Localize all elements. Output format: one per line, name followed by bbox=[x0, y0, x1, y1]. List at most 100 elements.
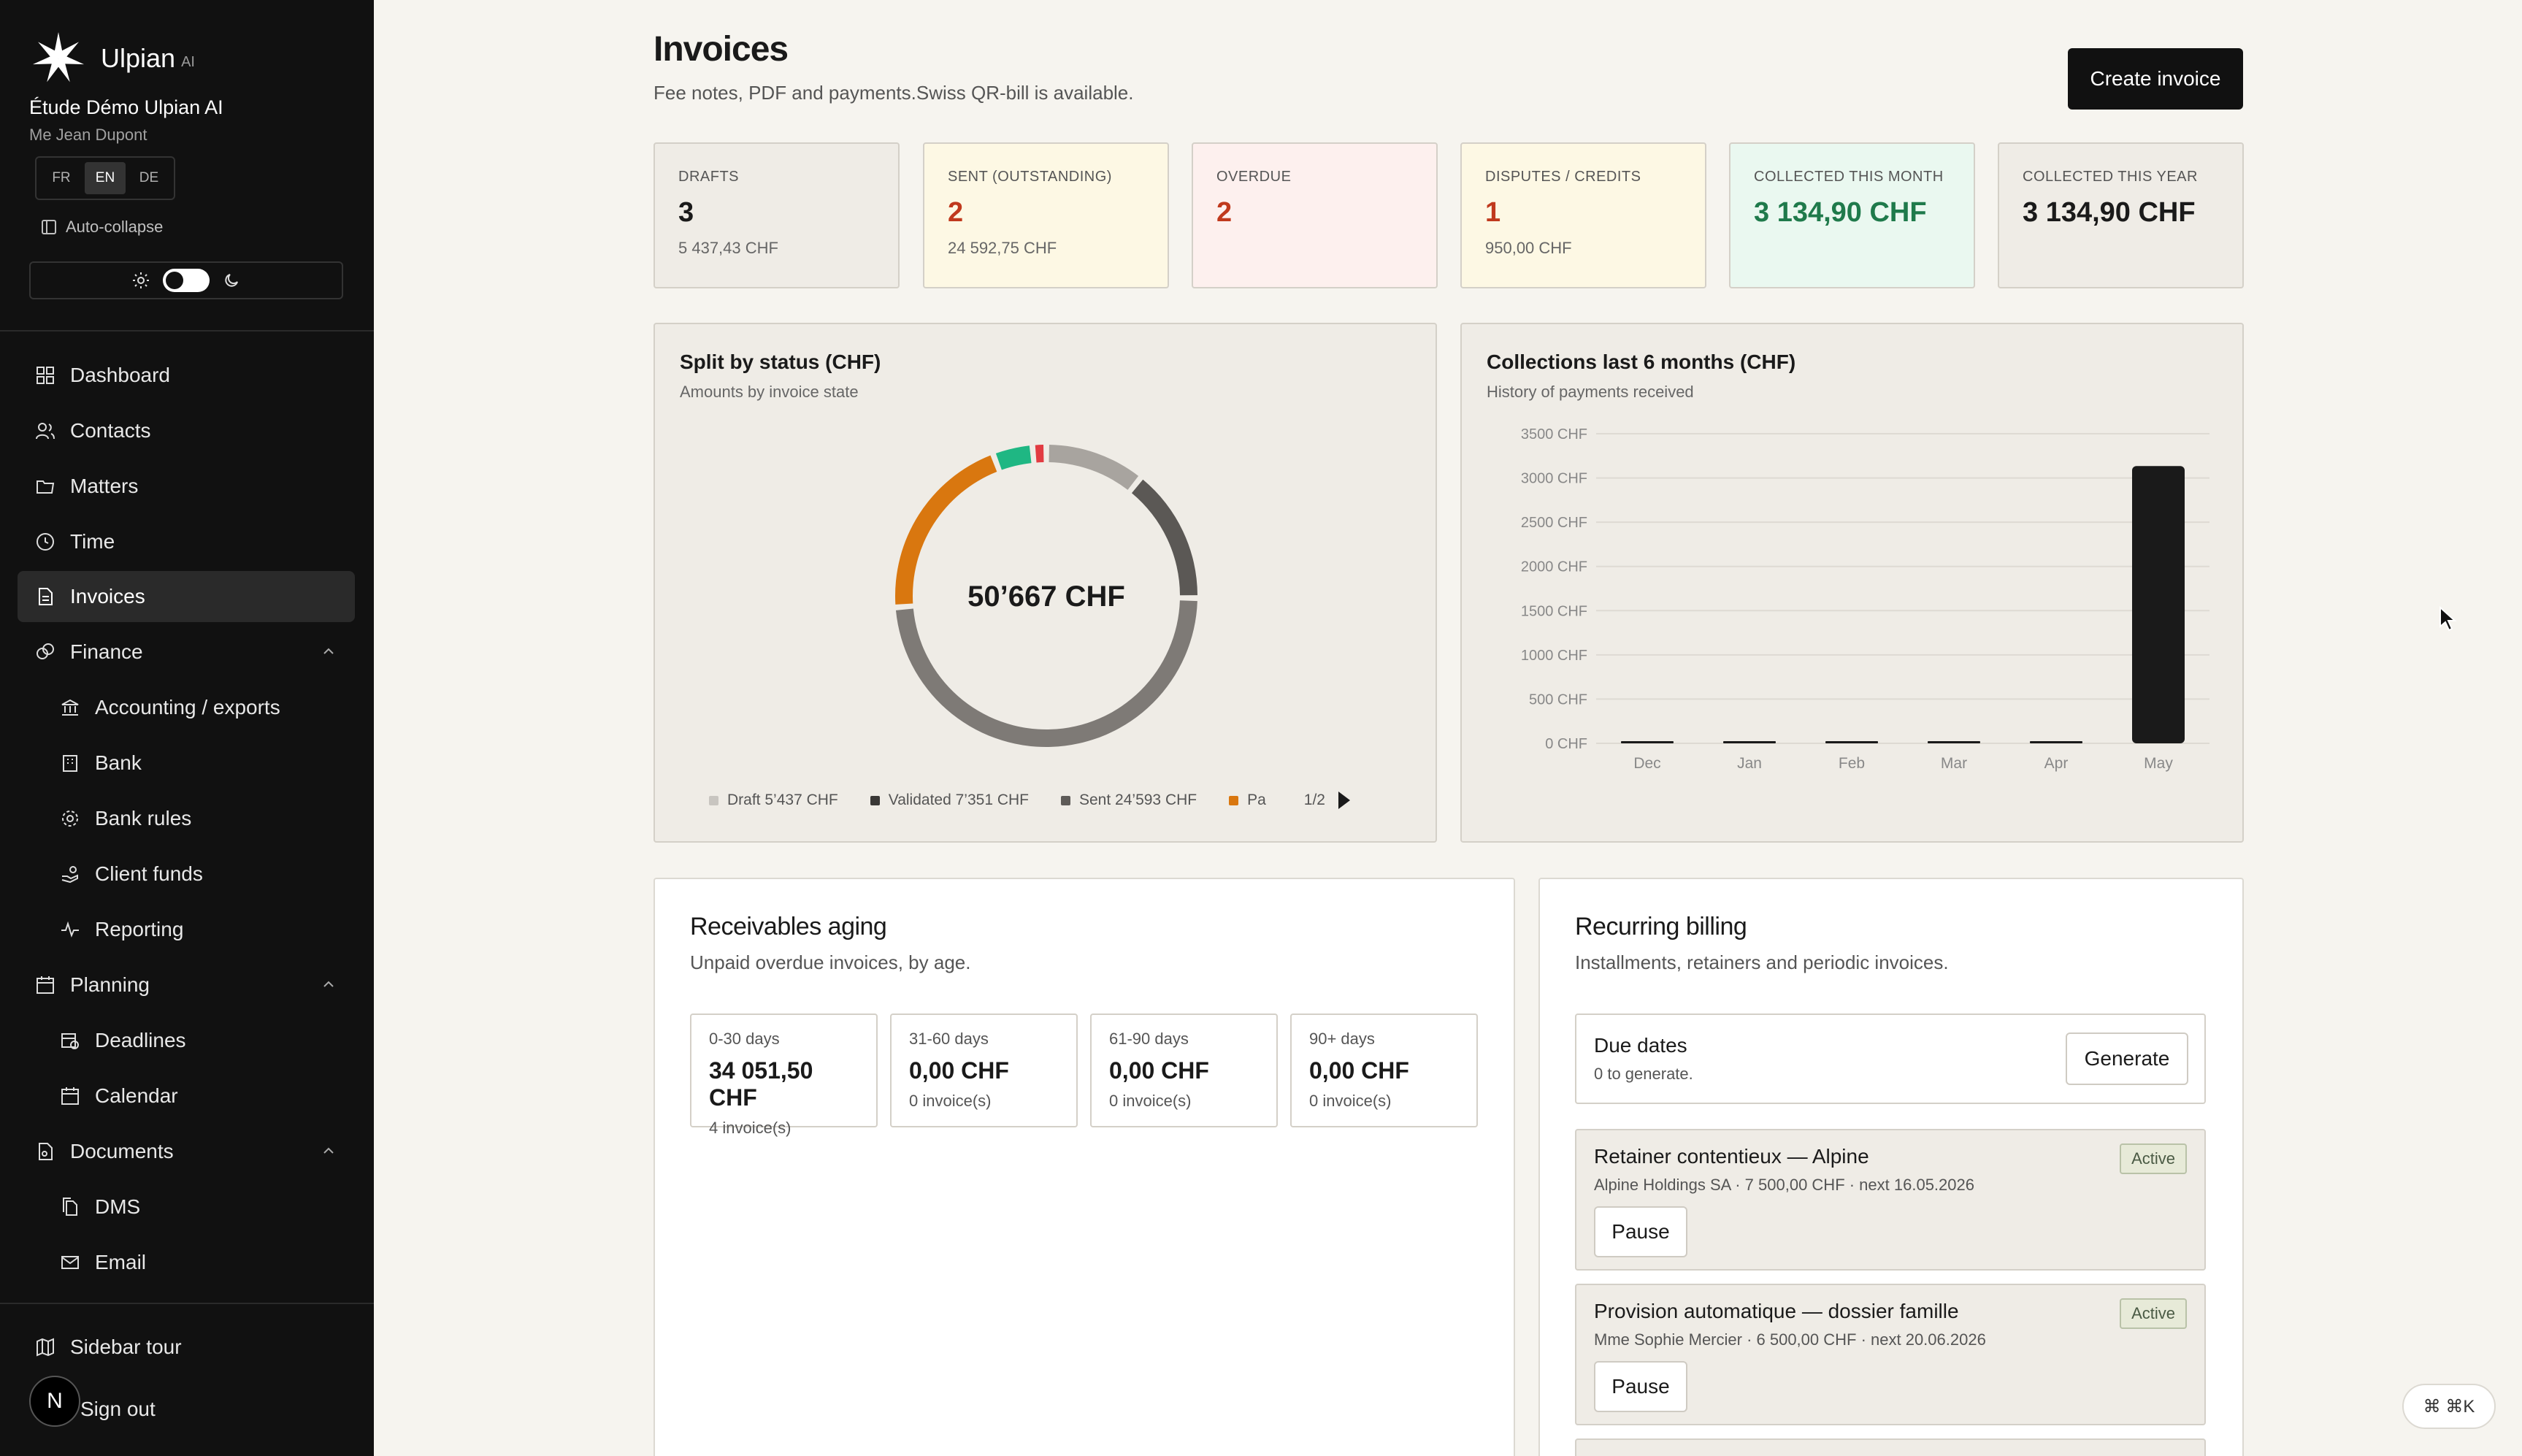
recurring-item[interactable]: Provision automatique — dossier famille … bbox=[1575, 1284, 2206, 1425]
donut-center-total: 50’667 CHF bbox=[967, 581, 1125, 613]
nav-matters[interactable]: Matters bbox=[18, 461, 355, 512]
bar-apr[interactable] bbox=[2030, 741, 2082, 743]
nav-dms[interactable]: DMS bbox=[18, 1181, 355, 1233]
nav-accounting-label: Accounting / exports bbox=[95, 696, 280, 719]
command-palette-button[interactable]: ⌘ ⌘K bbox=[2402, 1384, 2496, 1429]
nav-dashboard[interactable]: Dashboard bbox=[18, 350, 355, 401]
kpi-label: DISPUTES / CREDITS bbox=[1485, 169, 1641, 185]
due-dates-title: Due dates bbox=[1594, 1034, 1687, 1057]
pause-button[interactable]: Pause bbox=[1594, 1361, 1687, 1412]
nav-time[interactable]: Time bbox=[18, 516, 355, 567]
kpi-card-collected-year[interactable]: COLLECTED THIS YEAR 3 134,90 CHF bbox=[1998, 142, 2244, 288]
brand[interactable]: Ulpian AI bbox=[29, 29, 195, 88]
legend-name: Pa bbox=[1247, 792, 1266, 808]
recurring-item-partial[interactable] bbox=[1575, 1438, 2206, 1456]
folder-icon bbox=[37, 480, 55, 494]
kpi-label: COLLECTED THIS YEAR bbox=[2023, 169, 2198, 185]
legend-name: Sent bbox=[1079, 792, 1111, 808]
legend-value: 5’437 CHF bbox=[764, 792, 838, 808]
auto-collapse-label: Auto-collapse bbox=[66, 218, 164, 236]
recurring-item-sub: Alpine Holdings SA · 7 500,00 CHF · next… bbox=[1594, 1176, 1974, 1194]
kpi-card-disputes[interactable]: DISPUTES / CREDITS 1 950,00 CHF bbox=[1460, 142, 1706, 288]
file-icon bbox=[39, 1143, 53, 1160]
legend-item-sent[interactable]: Sent 24’593 CHF bbox=[1061, 792, 1197, 809]
lang-de-button[interactable]: DE bbox=[129, 162, 169, 194]
bar-feb[interactable] bbox=[1825, 741, 1878, 743]
nav-sidebar-tour[interactable]: Sidebar tour bbox=[18, 1322, 355, 1373]
kpi-card-collected-month[interactable]: COLLECTED THIS MONTH 3 134,90 CHF bbox=[1729, 142, 1975, 288]
pause-button[interactable]: Pause bbox=[1594, 1206, 1687, 1257]
nav-finance[interactable]: Finance bbox=[18, 627, 355, 678]
aging-bucket-amount: 0,00 CHF bbox=[909, 1057, 1009, 1084]
aging-bucket-31-60[interactable]: 31-60 days 0,00 CHF 0 invoice(s) bbox=[890, 1014, 1078, 1127]
avatar[interactable]: N bbox=[29, 1376, 80, 1427]
bar-mar[interactable] bbox=[1928, 741, 1980, 743]
legend-next-icon[interactable] bbox=[1335, 790, 1353, 811]
sidebar-divider bbox=[0, 330, 374, 332]
nav-calendar[interactable]: Calendar bbox=[18, 1070, 355, 1122]
aging-bucket-61-90[interactable]: 61-90 days 0,00 CHF 0 invoice(s) bbox=[1090, 1014, 1278, 1127]
nav-accounting[interactable]: Accounting / exports bbox=[18, 682, 355, 733]
donut-slice-validated[interactable] bbox=[1131, 479, 1197, 596]
chevron-up-icon[interactable] bbox=[321, 644, 336, 659]
aging-bucket-label: 0-30 days bbox=[709, 1030, 780, 1048]
create-invoice-button[interactable]: Create invoice bbox=[2068, 48, 2243, 110]
nav-planning[interactable]: Planning bbox=[18, 959, 355, 1011]
nav-invoices[interactable]: Invoices bbox=[18, 571, 355, 622]
nav-bank-rules[interactable]: Bank rules bbox=[18, 793, 355, 844]
nav-sidebar-tour-label: Sidebar tour bbox=[70, 1336, 182, 1358]
aging-title: Receivables aging bbox=[690, 913, 887, 940]
kpi-card-overdue[interactable]: OVERDUE 2 bbox=[1192, 142, 1438, 288]
nav-client-funds[interactable]: Client funds bbox=[18, 848, 355, 900]
status-badge: Active bbox=[2120, 1143, 2187, 1174]
nav-dms-label: DMS bbox=[95, 1195, 141, 1218]
bar-jan[interactable] bbox=[1723, 741, 1776, 743]
nav-documents[interactable]: Documents bbox=[18, 1126, 355, 1177]
nav-bank[interactable]: Bank bbox=[18, 737, 355, 789]
bar-dec[interactable] bbox=[1621, 741, 1674, 743]
donut-slice-segment-4[interactable] bbox=[995, 445, 1032, 470]
theme-switch[interactable] bbox=[163, 269, 210, 292]
donut-slice-sent[interactable] bbox=[895, 600, 1197, 748]
x-tick-label: May bbox=[2144, 755, 2173, 772]
nav-planning-label: Planning bbox=[70, 973, 150, 996]
donut-slice-draft[interactable] bbox=[1049, 445, 1139, 490]
nav-contacts[interactable]: Contacts bbox=[18, 405, 355, 456]
bar-may[interactable] bbox=[2132, 466, 2185, 743]
y-tick-label: 3500 CHF bbox=[1521, 426, 1587, 442]
chevron-up-icon[interactable] bbox=[321, 1143, 336, 1158]
chevron-up-icon[interactable] bbox=[321, 977, 336, 992]
hand-coins-icon bbox=[61, 866, 78, 884]
legend-item-validated[interactable]: Validated 7’351 CHF bbox=[870, 792, 1029, 809]
theme-toggle[interactable] bbox=[29, 261, 343, 299]
generate-button[interactable]: Generate bbox=[2066, 1032, 2188, 1085]
user-name: Me Jean Dupont bbox=[29, 126, 147, 144]
recurring-item[interactable]: Retainer contentieux — Alpine Alpine Hol… bbox=[1575, 1129, 2206, 1271]
legend-value: 24’593 CHF bbox=[1115, 792, 1197, 808]
nav-contacts-label: Contacts bbox=[70, 419, 151, 442]
recurring-item-title: Retainer contentieux — Alpine bbox=[1594, 1145, 1869, 1168]
legend-item-draft[interactable]: Draft 5’437 CHF bbox=[709, 792, 838, 809]
aging-bucket-90-plus[interactable]: 90+ days 0,00 CHF 0 invoice(s) bbox=[1290, 1014, 1478, 1127]
mouse-cursor-icon bbox=[2439, 606, 2457, 632]
due-dates-row: Due dates 0 to generate. Generate bbox=[1575, 1014, 2206, 1104]
nav-finance-label: Finance bbox=[70, 640, 143, 663]
kpi-value: 3 134,90 CHF bbox=[1754, 197, 1927, 228]
auto-collapse-toggle[interactable]: Auto-collapse bbox=[41, 218, 163, 237]
nav-email[interactable]: Email bbox=[18, 1237, 355, 1288]
sign-out-link[interactable]: Sign out bbox=[80, 1398, 156, 1421]
nav-deadlines[interactable]: Deadlines bbox=[18, 1015, 355, 1066]
calendar-icon bbox=[61, 1087, 79, 1105]
lang-fr-button[interactable]: FR bbox=[41, 162, 82, 194]
lang-en-button[interactable]: EN bbox=[85, 162, 126, 194]
nav-reporting[interactable]: Reporting bbox=[18, 904, 355, 955]
gear-icon bbox=[62, 811, 78, 827]
aging-bucket-label: 31-60 days bbox=[909, 1030, 989, 1048]
aging-bucket-0-30[interactable]: 0-30 days 34 051,50 CHF 4 invoice(s) bbox=[690, 1014, 878, 1137]
donut-slice-segment-5[interactable] bbox=[1035, 445, 1044, 463]
kpi-card-sent[interactable]: SENT (OUTSTANDING) 2 24 592,75 CHF bbox=[923, 142, 1169, 288]
legend-item-truncated[interactable]: Pa bbox=[1229, 792, 1266, 809]
kpi-card-drafts[interactable]: DRAFTS 3 5 437,43 CHF bbox=[654, 142, 900, 288]
nav-email-label: Email bbox=[95, 1251, 147, 1273]
kpi-label: COLLECTED THIS MONTH bbox=[1754, 169, 1944, 185]
